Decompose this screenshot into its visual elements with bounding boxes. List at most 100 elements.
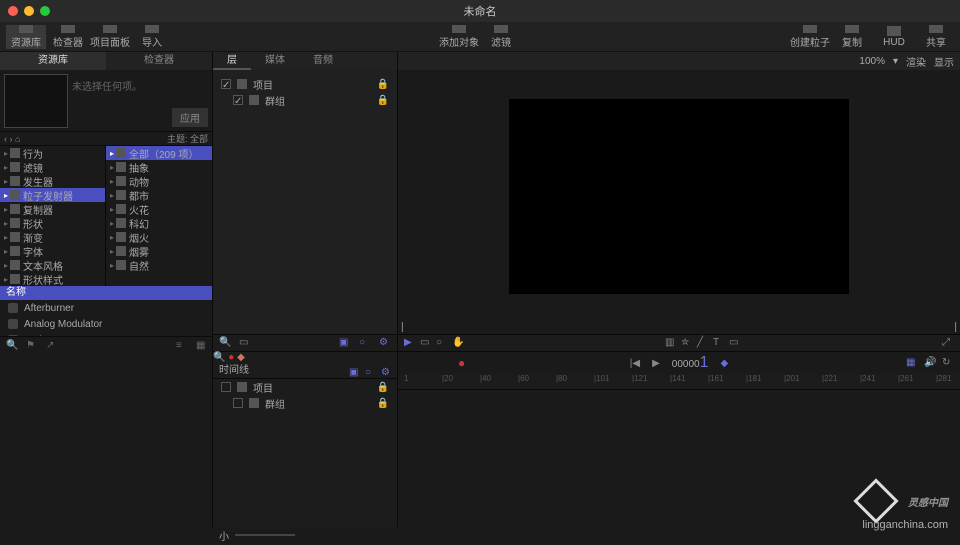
play-icon[interactable]: ▶	[652, 358, 660, 369]
canvas-viewport[interactable]	[509, 99, 849, 294]
toolbar-添加对象[interactable]: 添加对象	[439, 25, 479, 49]
tl-filter-icon[interactable]: ▣	[349, 365, 361, 377]
layer-row[interactable]: ✓项目🔒	[213, 76, 397, 92]
rec-icon[interactable]: ●	[228, 352, 234, 363]
category-烟雾[interactable]: ▸烟雾	[106, 244, 212, 258]
playhead-end-icon[interactable]: ⎹	[946, 322, 956, 333]
lock-icon[interactable]: 🔒	[377, 382, 389, 393]
category-都市[interactable]: ▸都市	[106, 188, 212, 202]
panel-tab-音频[interactable]: 音频	[299, 52, 347, 70]
layer-row[interactable]: 项目🔒	[213, 379, 397, 395]
select-tool-icon[interactable]: ▶	[404, 337, 416, 349]
list-view-icon[interactable]: ≡	[176, 340, 186, 350]
category-全部（209 项）[interactable]: ▸全部（209 项）	[106, 146, 212, 160]
category-粒子发射器[interactable]: ▸粒子发射器	[0, 188, 105, 202]
toolbar-资源库[interactable]: 资源库	[6, 25, 46, 49]
behavior-icon[interactable]: ⚙	[379, 337, 391, 349]
playhead-start-icon[interactable]: ⎸	[402, 322, 412, 333]
tag-icon[interactable]: ⚑	[26, 340, 36, 350]
search-icon[interactable]: 🔍	[213, 352, 225, 363]
tl-mask-icon[interactable]: ○	[365, 365, 377, 377]
category-渐变[interactable]: ▸渐变	[0, 230, 105, 244]
sidebar-tab-检查器[interactable]: 检查器	[106, 52, 212, 70]
search-icon[interactable]: 🔍	[219, 337, 231, 349]
line-icon[interactable]: ╱	[697, 337, 709, 349]
name-column-header[interactable]: 名称	[0, 286, 212, 300]
camera-icon[interactable]: ▥	[665, 337, 677, 349]
category-烟火[interactable]: ▸烟火	[106, 230, 212, 244]
category-滤镜[interactable]: ▸滤镜	[0, 160, 105, 174]
layer-row[interactable]: ✓群组🔒	[213, 92, 397, 108]
category-字体[interactable]: ▸字体	[0, 244, 105, 258]
lock-icon[interactable]: 🔒	[377, 398, 389, 409]
category-行为[interactable]: ▸行为	[0, 146, 105, 160]
keyframe-nav-icon[interactable]: ◆	[721, 358, 729, 369]
toolbar-导入[interactable]: 导入	[132, 25, 172, 49]
loop-icon[interactable]: ↻	[942, 357, 954, 369]
nav-back-icon[interactable]: ‹ › ⌂	[4, 134, 20, 144]
library-item[interactable]: Afterburner	[0, 300, 212, 316]
record-icon[interactable]: ●	[458, 356, 465, 370]
speaker-icon[interactable]: 🔊	[924, 357, 936, 369]
toolbar-创建粒子[interactable]: 创建粒子	[790, 25, 830, 49]
category-形状样式[interactable]: ▸形状样式	[0, 272, 105, 286]
category-自然[interactable]: ▸自然	[106, 258, 212, 272]
category-发生器[interactable]: ▸发生器	[0, 174, 105, 188]
ruler-tick: 1	[404, 374, 408, 383]
mask-icon[interactable]: ○	[359, 337, 371, 349]
sidebar-tab-资源库[interactable]: 资源库	[0, 52, 106, 70]
frame-icon[interactable]: ▭	[239, 337, 251, 349]
circle-tool-icon[interactable]: ○	[436, 337, 448, 349]
zoom-dropdown[interactable]: 100%	[859, 56, 885, 67]
filter-icon[interactable]: ▣	[339, 337, 351, 349]
apply-button[interactable]: 应用	[172, 108, 208, 127]
category-火花[interactable]: ▸火花	[106, 202, 212, 216]
toolbar-共享[interactable]: 共享	[916, 25, 956, 49]
layer-icon	[237, 79, 247, 89]
category-动物[interactable]: ▸动物	[106, 174, 212, 188]
category-文本风格[interactable]: ▸文本风格	[0, 258, 105, 272]
toolbar-复制[interactable]: 复制	[832, 25, 872, 49]
visibility-checkbox[interactable]	[221, 382, 231, 392]
panel-tab-媒体[interactable]: 媒体	[251, 52, 299, 70]
lock-icon[interactable]: 🔒	[377, 95, 389, 106]
visibility-checkbox[interactable]	[233, 398, 243, 408]
category-抽象[interactable]: ▸抽象	[106, 160, 212, 174]
mask-tool-icon[interactable]: ▭	[729, 337, 741, 349]
text-tool-icon[interactable]: T	[713, 337, 725, 349]
zoom-slider[interactable]	[235, 534, 295, 536]
theme-dropdown[interactable]: 主题: 全部	[167, 132, 208, 145]
search-icon[interactable]: 🔍	[6, 340, 16, 350]
tl-behavior-icon[interactable]: ⚙	[381, 365, 393, 377]
rect-tool-icon[interactable]: ▭	[420, 337, 432, 349]
library-item[interactable]: Analog Modulator	[0, 316, 212, 332]
keyframe-icon[interactable]: ◆	[237, 352, 245, 363]
maximize-window[interactable]	[40, 6, 50, 16]
minimize-window[interactable]	[24, 6, 34, 16]
category-复制器[interactable]: ▸复制器	[0, 202, 105, 216]
visibility-checkbox[interactable]: ✓	[221, 79, 231, 89]
timecode[interactable]: 000001	[672, 354, 709, 372]
lock-icon[interactable]: 🔒	[377, 79, 389, 90]
close-window[interactable]	[8, 6, 18, 16]
toolbar-滤镜[interactable]: 滤镜	[481, 25, 521, 49]
toolbar-HUD[interactable]: HUD	[874, 25, 914, 49]
category-科幻[interactable]: ▸科幻	[106, 216, 212, 230]
path-icon[interactable]: ↗	[46, 340, 56, 350]
toolbar-项目面板[interactable]: 项目面板	[90, 25, 130, 49]
hand-tool-icon[interactable]: ✋	[452, 337, 464, 349]
visibility-checkbox[interactable]: ✓	[233, 95, 243, 105]
canvas-area: 100% ▾ 渲染 显示 ⎸ ⎹ ▶ ▭ ○ ✋ ▥ ✮ ╱ T ▭	[398, 52, 960, 352]
audio-icon[interactable]: ▦	[906, 357, 918, 369]
go-start-icon[interactable]: |◀	[630, 358, 640, 369]
category-形状[interactable]: ▸形状	[0, 216, 105, 230]
toolbar-检查器[interactable]: 检查器	[48, 25, 88, 49]
render-dropdown[interactable]: 渲染	[906, 54, 926, 69]
light-icon[interactable]: ✮	[681, 337, 693, 349]
layer-row[interactable]: 群组🔒	[213, 395, 397, 411]
view-dropdown[interactable]: 显示	[934, 54, 954, 69]
grid-view-icon[interactable]: ▦	[196, 340, 206, 350]
color-channel-icon[interactable]: ▾	[893, 56, 898, 67]
expand-icon[interactable]: ⤢	[942, 337, 954, 349]
panel-tab-层[interactable]: 层	[213, 52, 251, 70]
